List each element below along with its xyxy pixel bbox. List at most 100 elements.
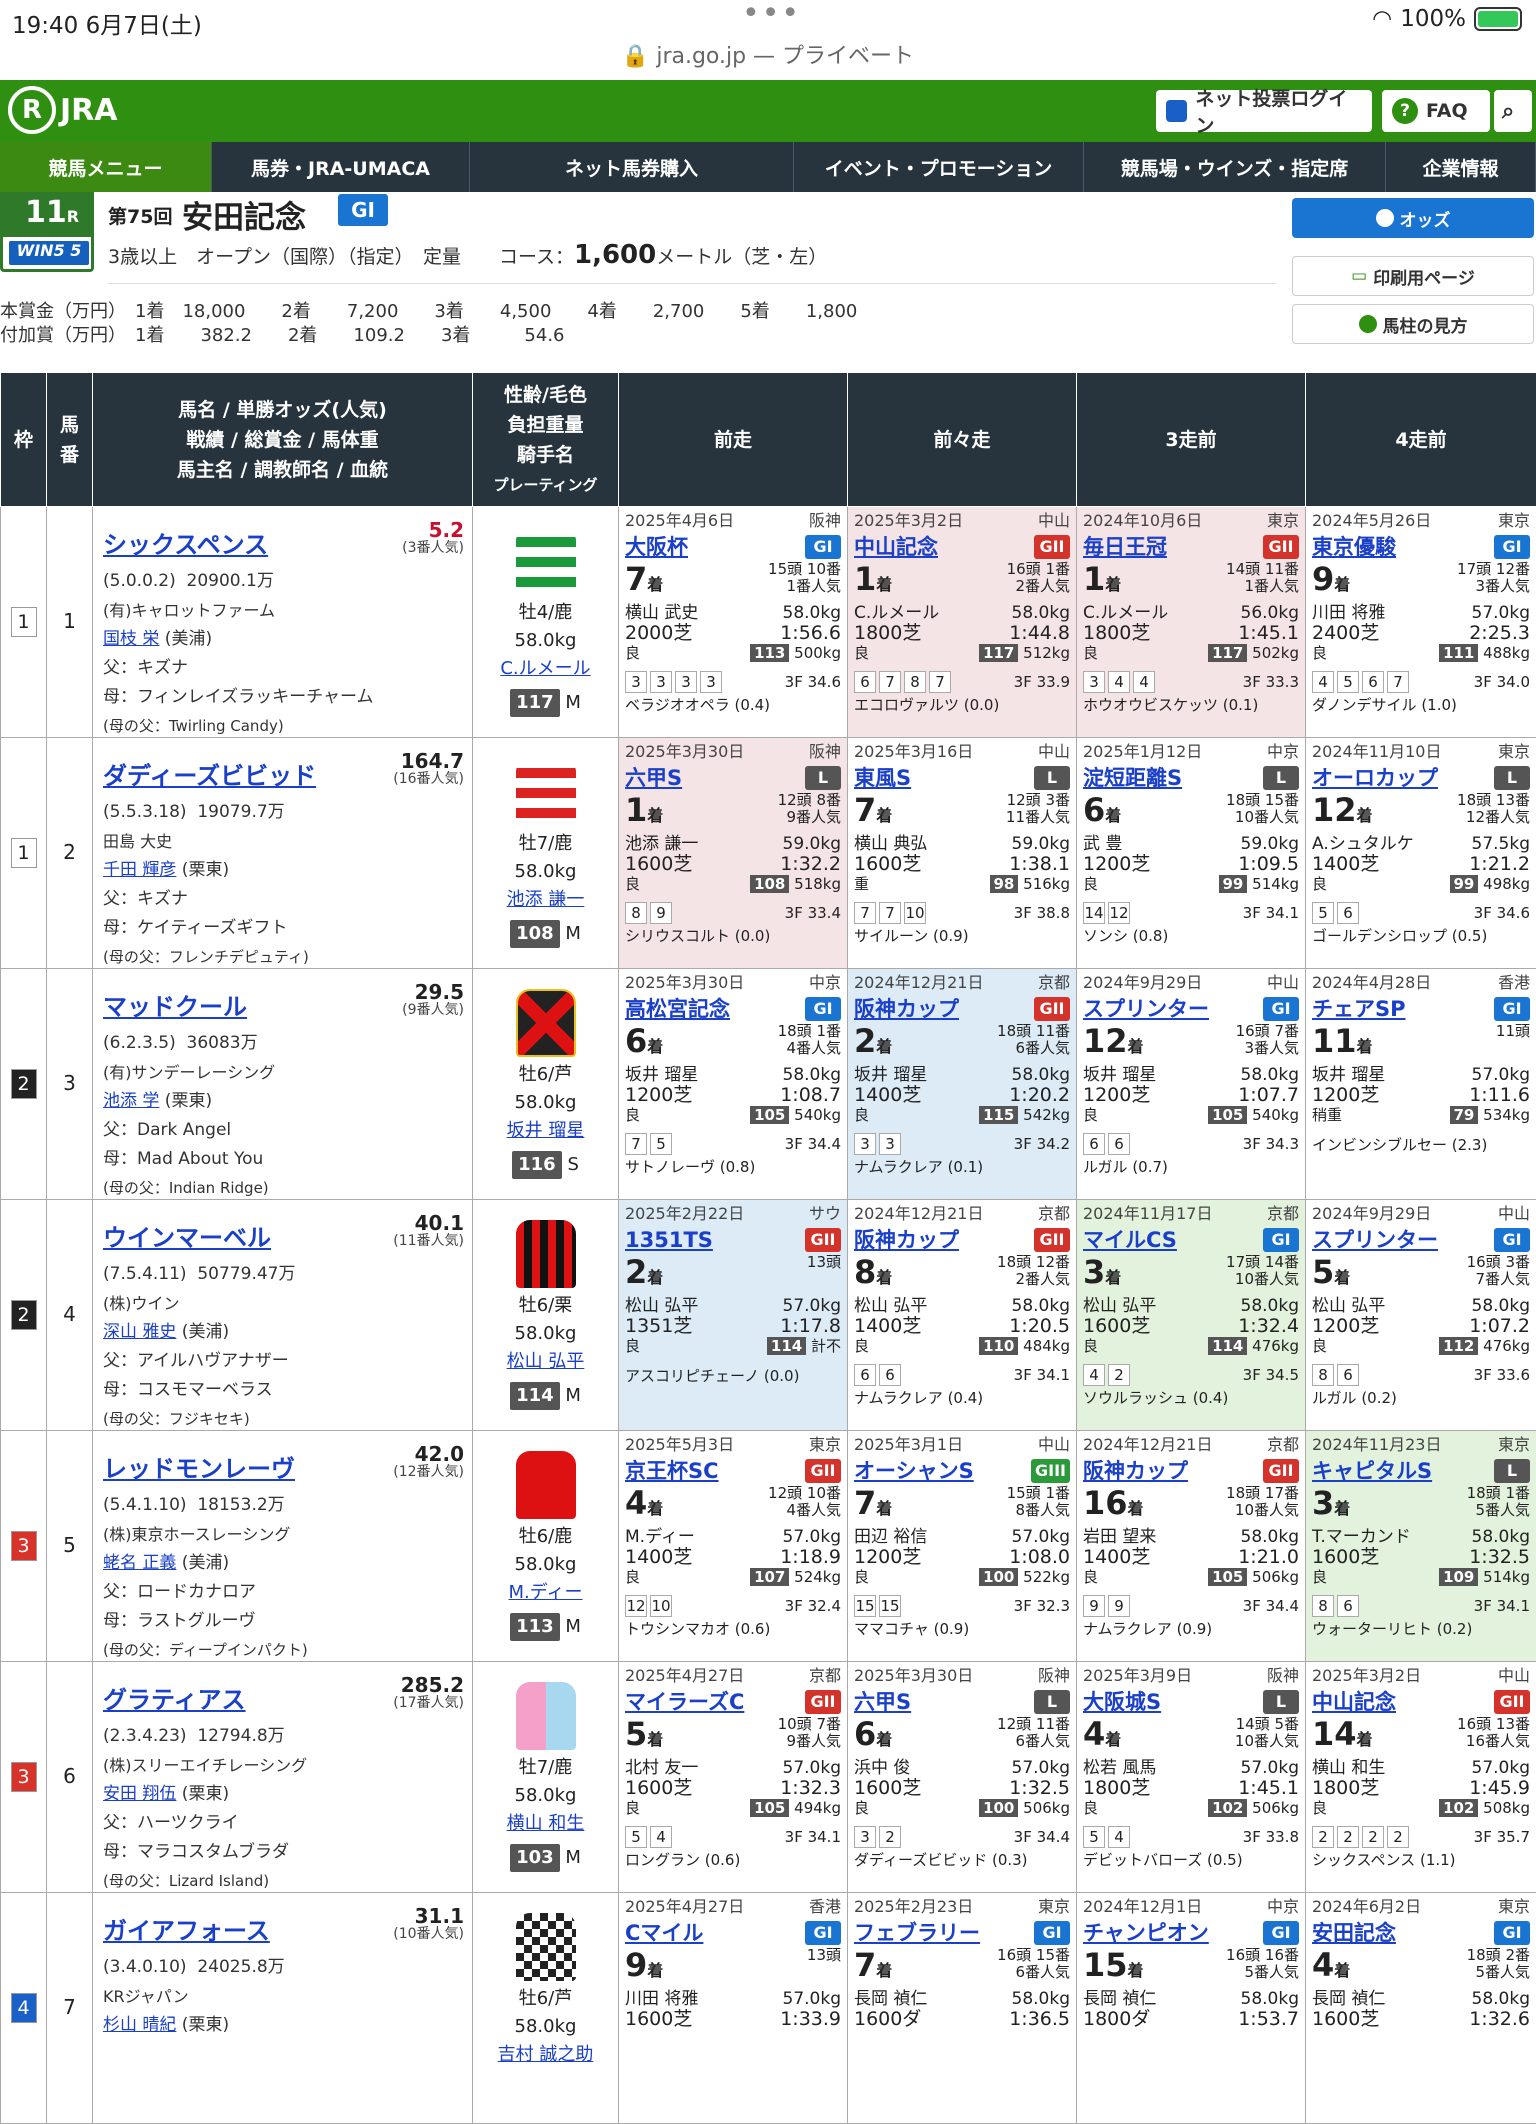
horse-name-link[interactable]: シックスペンス: [103, 525, 268, 560]
site-header: RJRA ネット投票ログイン ?FAQ ⌕: [0, 80, 1536, 142]
past-weight: 59.0kg: [783, 834, 842, 854]
past-race-link[interactable]: 阪神カップ: [1083, 1461, 1188, 1481]
horse-name-link[interactable]: ダディーズビビッド: [103, 756, 316, 791]
prize-money: 本賞金（万円） 1着 18,000 2着 7,200 3着 4,500 4着 2…: [0, 300, 857, 348]
battery-percent: 100%: [1400, 6, 1466, 32]
past-race-link[interactable]: 六甲S: [854, 1692, 911, 1712]
th-umaban: 馬 番: [47, 373, 93, 507]
past-race-link[interactable]: 東風S: [854, 768, 911, 788]
jockey-link[interactable]: 吉村 誠之助: [498, 2044, 594, 2065]
corner-position: 4: [1083, 1364, 1105, 1386]
nav-event[interactable]: イベント・プロモーション: [794, 142, 1084, 192]
past-race-link[interactable]: オーシャンS: [854, 1461, 974, 1481]
past-race-link[interactable]: 京王杯SC: [625, 1461, 719, 1481]
jockey-link[interactable]: 横山 和生: [507, 1813, 585, 1834]
divider: [108, 283, 1276, 284]
horse-name-link[interactable]: レッドモンレーヴ: [103, 1449, 295, 1484]
past-race-link[interactable]: 1351TS: [625, 1230, 713, 1250]
multitask-dots[interactable]: •••: [742, 0, 801, 31]
past-race-link[interactable]: キャピタルS: [1312, 1461, 1432, 1481]
horse-name-link[interactable]: ウインマーベル: [103, 1218, 271, 1253]
past-race-link[interactable]: オーロカップ: [1312, 768, 1438, 788]
past-distance: 1600芝: [1083, 1316, 1150, 1336]
nav-baken[interactable]: 馬券・JRA-UMACA: [212, 142, 470, 192]
trainer-link[interactable]: 千田 輝彦: [103, 860, 176, 880]
trainer-link[interactable]: 深山 雅史: [103, 1322, 176, 1342]
past-race-link[interactable]: 淀短距離S: [1083, 768, 1182, 788]
past-time: 1:08.0: [1009, 1547, 1070, 1567]
jockey-link[interactable]: C.ルメール: [500, 658, 590, 679]
past-race-link[interactable]: チャンピオン: [1083, 1923, 1209, 1943]
login-button[interactable]: ネット投票ログイン: [1156, 90, 1372, 132]
past-time: 1:07.2: [1469, 1316, 1530, 1336]
faq-button[interactable]: ?FAQ: [1382, 90, 1490, 132]
race-date: 2025年3月30日: [625, 742, 744, 762]
owner: (株)スリーエイチレーシング: [103, 1751, 307, 1780]
past-distance: 1800芝: [1312, 1778, 1379, 1798]
guide-button[interactable]: 馬柱の見方: [1292, 304, 1534, 344]
race-grade-badge: GI: [338, 194, 388, 226]
past-race-link[interactable]: チェアSP: [1312, 999, 1406, 1019]
grade-badge: GI: [805, 535, 841, 559]
past-jockey: 川田 将雅: [1312, 603, 1385, 623]
race-date: 2024年11月10日: [1312, 742, 1441, 762]
race-course: 中山: [1038, 742, 1070, 762]
jockey-link[interactable]: 松山 弘平: [507, 1351, 585, 1372]
url-bar[interactable]: 🔒 jra.go.jp — プライベート: [0, 38, 1536, 74]
past-race-link[interactable]: 東京優駿: [1312, 537, 1396, 557]
nav-company[interactable]: 企業情報: [1386, 142, 1536, 192]
trainer-link[interactable]: 安田 翔伍: [103, 1784, 176, 1804]
past-race-link[interactable]: 阪神カップ: [854, 1230, 959, 1250]
race-date: 2025年3月2日: [854, 511, 963, 531]
past-race-link[interactable]: 安田記念: [1312, 1923, 1396, 1943]
past-race-link[interactable]: 大阪城S: [1083, 1692, 1161, 1712]
past-race-link[interactable]: 阪神カップ: [854, 999, 959, 1019]
horse-name-link[interactable]: グラティアス: [103, 1680, 246, 1715]
last-3f: 3F 38.8: [1014, 903, 1070, 923]
last-3f: 3F 34.1: [1243, 903, 1299, 923]
past-race-link[interactable]: 高松宮記念: [625, 999, 730, 1019]
odds-button[interactable]: オッズ: [1292, 198, 1534, 238]
race-date: 2024年11月17日: [1083, 1204, 1212, 1224]
past-race-link[interactable]: 六甲S: [625, 768, 682, 788]
past-race-link[interactable]: 大阪杯: [625, 537, 688, 557]
past-race-link[interactable]: 中山記念: [854, 537, 938, 557]
printer-icon: ▭: [1351, 266, 1367, 286]
nav-keiba-menu[interactable]: 競馬メニュー: [0, 142, 212, 192]
past-race-link[interactable]: フェブラリー: [854, 1923, 980, 1943]
past-race-link[interactable]: Cマイル: [625, 1923, 703, 1943]
past-race-link[interactable]: 毎日王冠: [1083, 537, 1167, 557]
corner-position: 12: [1108, 902, 1130, 924]
trainer-link[interactable]: 国枝 栄: [103, 629, 159, 649]
trainer-link[interactable]: 杉山 晴紀: [103, 2015, 176, 2035]
past-race-link[interactable]: マイラーズC: [625, 1692, 744, 1712]
horse-name-link[interactable]: マッドクール: [103, 987, 247, 1022]
jockey-link[interactable]: 池添 謙一: [507, 889, 585, 910]
past-race-link[interactable]: マイルCS: [1083, 1230, 1177, 1250]
weight-carried: 58.0kg: [473, 1320, 618, 1348]
umaban-cell: 5: [47, 1431, 93, 1662]
nav-racecourse[interactable]: 競馬場・ウインズ・指定席: [1084, 142, 1386, 192]
trainer-link[interactable]: 池添 学: [103, 1091, 159, 1111]
search-button[interactable]: ⌕: [1494, 90, 1532, 132]
track-condition: 良: [854, 1336, 869, 1356]
last-3f: 3F 34.4: [1014, 1827, 1070, 1847]
corner-position: 2: [1312, 1826, 1334, 1848]
past-race-link[interactable]: 中山記念: [1312, 1692, 1396, 1712]
jockey-link[interactable]: M.ディー: [509, 1582, 583, 1603]
jockey-link[interactable]: 坂井 瑠星: [507, 1120, 585, 1141]
past-distance: 1800ダ: [1083, 2009, 1150, 2029]
race-course: 中山: [1267, 973, 1299, 993]
horse-name-link[interactable]: ガイアフォース: [103, 1911, 270, 1946]
last-3f: 3F 34.6: [785, 672, 841, 692]
past-race-link[interactable]: スプリンター: [1312, 1230, 1438, 1250]
body-weight: 514kg: [1252, 875, 1299, 893]
corner-positions: 89: [625, 902, 675, 924]
past-race-link[interactable]: スプリンター: [1083, 999, 1209, 1019]
trainer-link[interactable]: 蛯名 正義: [103, 1553, 176, 1573]
nav-net-baken[interactable]: ネット馬券購入: [470, 142, 794, 192]
print-page-button[interactable]: ▭印刷用ページ: [1292, 256, 1534, 296]
grade-badge: GI: [805, 1921, 841, 1945]
track-condition: 良: [1083, 643, 1098, 663]
jra-logo[interactable]: RJRA: [8, 86, 117, 134]
